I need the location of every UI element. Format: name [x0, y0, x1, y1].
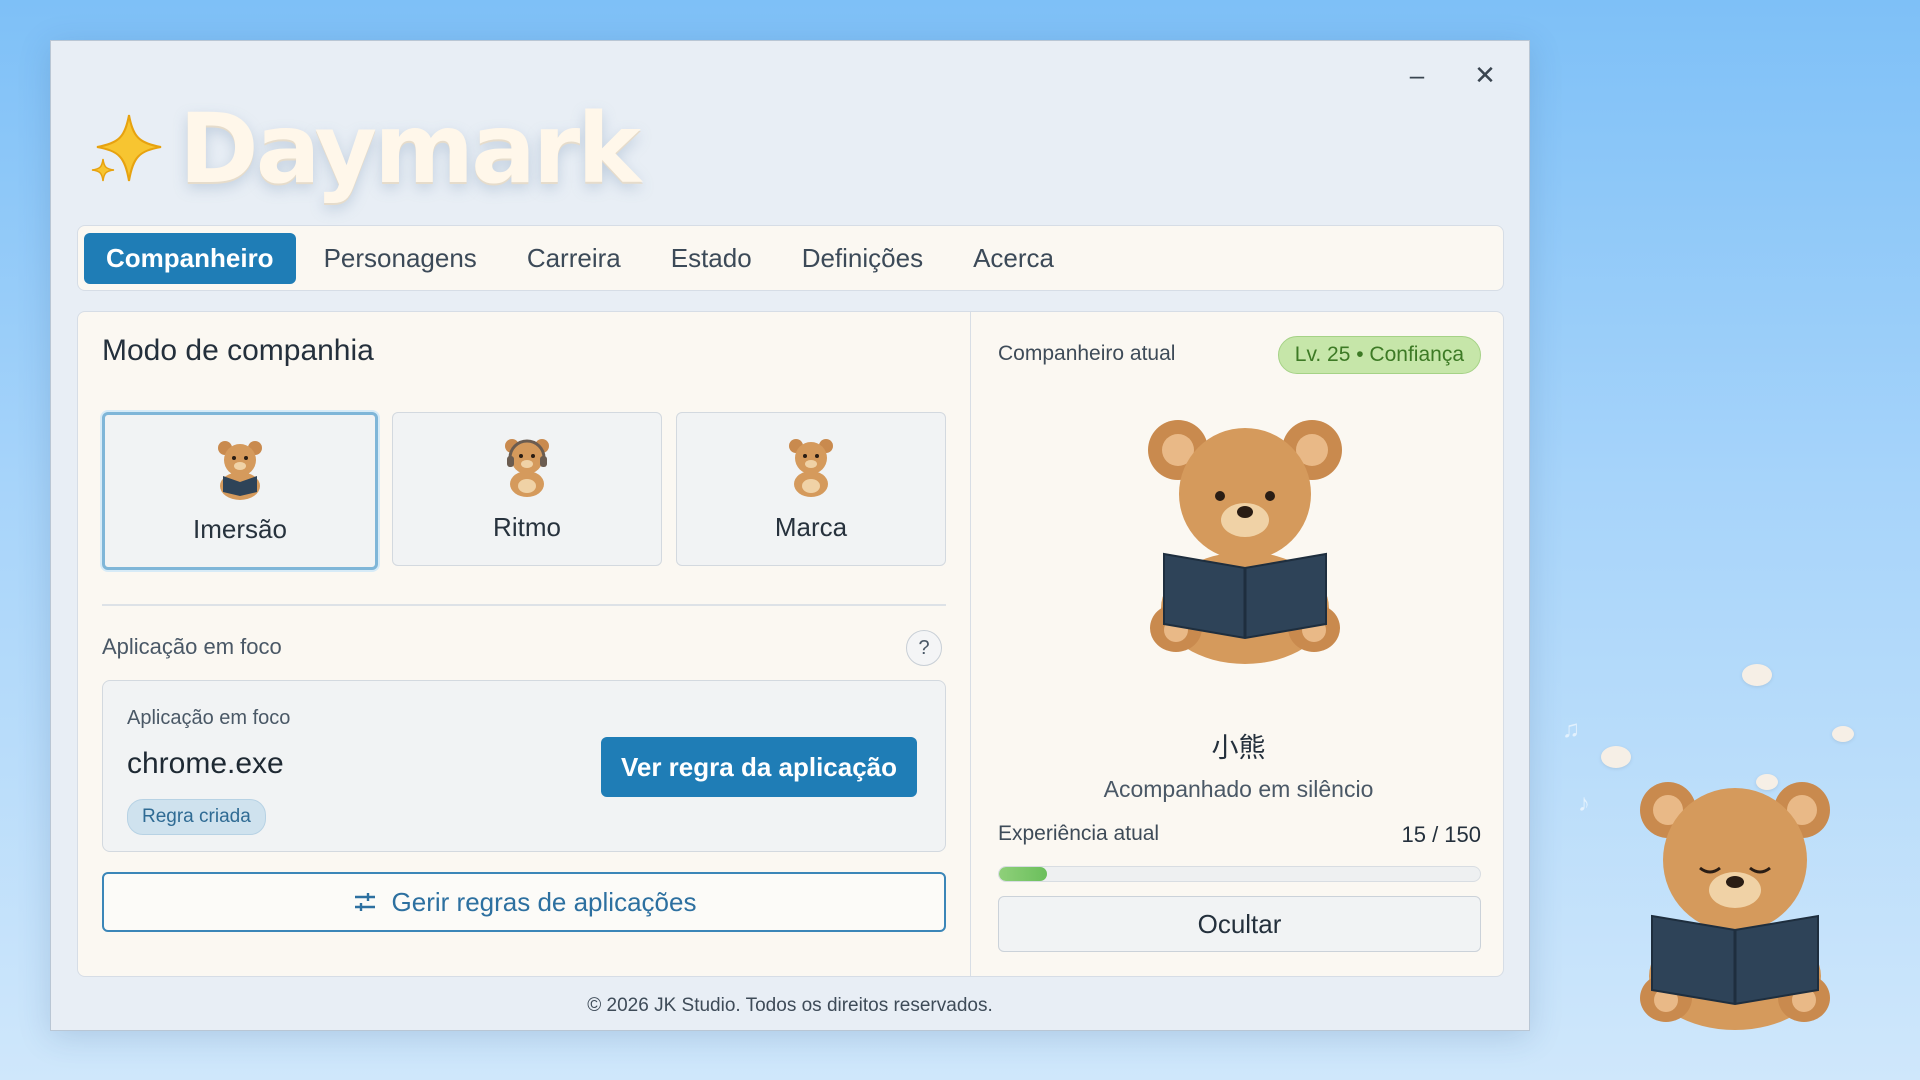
mode-option-imersao[interactable]: Imersão: [102, 412, 378, 570]
mode-option-ritmo[interactable]: Ritmo: [392, 412, 662, 566]
focus-heading: Aplicação em foco: [102, 634, 282, 659]
bear-headphones-icon: [505, 438, 549, 497]
tab-definicoes[interactable]: Definições: [780, 233, 945, 284]
bear-reading-icon: [218, 440, 262, 500]
divider: [102, 604, 946, 606]
focus-app-card: Aplicação em foco chrome.exe Regra criad…: [102, 680, 946, 852]
level-badge: Lv. 25 • Confiança: [1277, 336, 1481, 374]
cloud-icon: [1832, 726, 1854, 742]
cloud-icon: [1742, 664, 1772, 686]
current-companion-section: Companheiro atual Lv. 25 • Confiança 小熊 …: [972, 312, 1505, 976]
app-window: – ✕ Daymark Companheiro Personagens Carr…: [50, 40, 1530, 1031]
sliders-icon: [354, 893, 375, 911]
tab-bar: Companheiro Personagens Carreira Estado …: [77, 225, 1504, 291]
app-logo: Daymark: [87, 89, 641, 209]
xp-label: Experiência atual: [998, 822, 1160, 845]
focus-card-label: Aplicação em foco: [127, 707, 291, 729]
help-button[interactable]: ?: [906, 630, 942, 666]
section-title: Modo de companhia: [102, 334, 374, 367]
xp-progress-bar: [998, 866, 1481, 882]
manage-rules-label: Gerir regras de aplicações: [391, 886, 697, 917]
tab-estado[interactable]: Estado: [649, 233, 774, 284]
focus-app-name: chrome.exe: [127, 747, 284, 780]
floating-bear-companion[interactable]: [1630, 776, 1840, 1030]
music-note-icon: ♪: [1578, 790, 1590, 817]
current-companion-label: Companheiro atual: [998, 342, 1176, 365]
tab-companheiro[interactable]: Companheiro: [84, 232, 296, 284]
tab-carreira[interactable]: Carreira: [505, 233, 643, 284]
companion-mode-section: Modo de companhia Imersão Ritmo Marca Ap…: [78, 312, 971, 976]
mode-options: Imersão Ritmo Marca: [102, 412, 946, 570]
tab-personagens[interactable]: Personagens: [302, 233, 499, 284]
view-rule-button[interactable]: Ver regra da aplicação: [601, 737, 917, 797]
mode-label: Marca: [774, 511, 848, 542]
companion-name: 小熊: [1211, 733, 1266, 763]
sparkle-icon: [91, 114, 162, 182]
tab-acerca[interactable]: Acerca: [951, 233, 1076, 284]
footer-copyright: © 2026 JK Studio. Todos os direitos rese…: [587, 995, 993, 1016]
minimize-button[interactable]: –: [1395, 53, 1439, 97]
hide-button[interactable]: Ocultar: [998, 896, 1481, 952]
xp-value: 15 / 150: [1401, 822, 1481, 847]
close-button[interactable]: ✕: [1463, 53, 1507, 97]
mode-label: Ritmo: [493, 511, 561, 542]
music-note-icon: ♫: [1562, 716, 1580, 743]
status-badge: Regra criada: [127, 799, 266, 835]
app-title: Daymark: [179, 93, 641, 205]
mode-label: Imersão: [193, 513, 287, 544]
mode-option-marca[interactable]: Marca: [676, 412, 946, 566]
companion-status: Acompanhado em silêncio: [1103, 776, 1374, 802]
bear-icon: [789, 438, 833, 497]
xp-progress-fill: [999, 867, 1048, 881]
cloud-icon: [1601, 746, 1631, 768]
bear-reading-avatar: [1148, 420, 1342, 664]
main-panel: Modo de companhia Imersão Ritmo Marca Ap…: [77, 311, 1504, 977]
manage-rules-button[interactable]: Gerir regras de aplicações: [102, 872, 946, 932]
